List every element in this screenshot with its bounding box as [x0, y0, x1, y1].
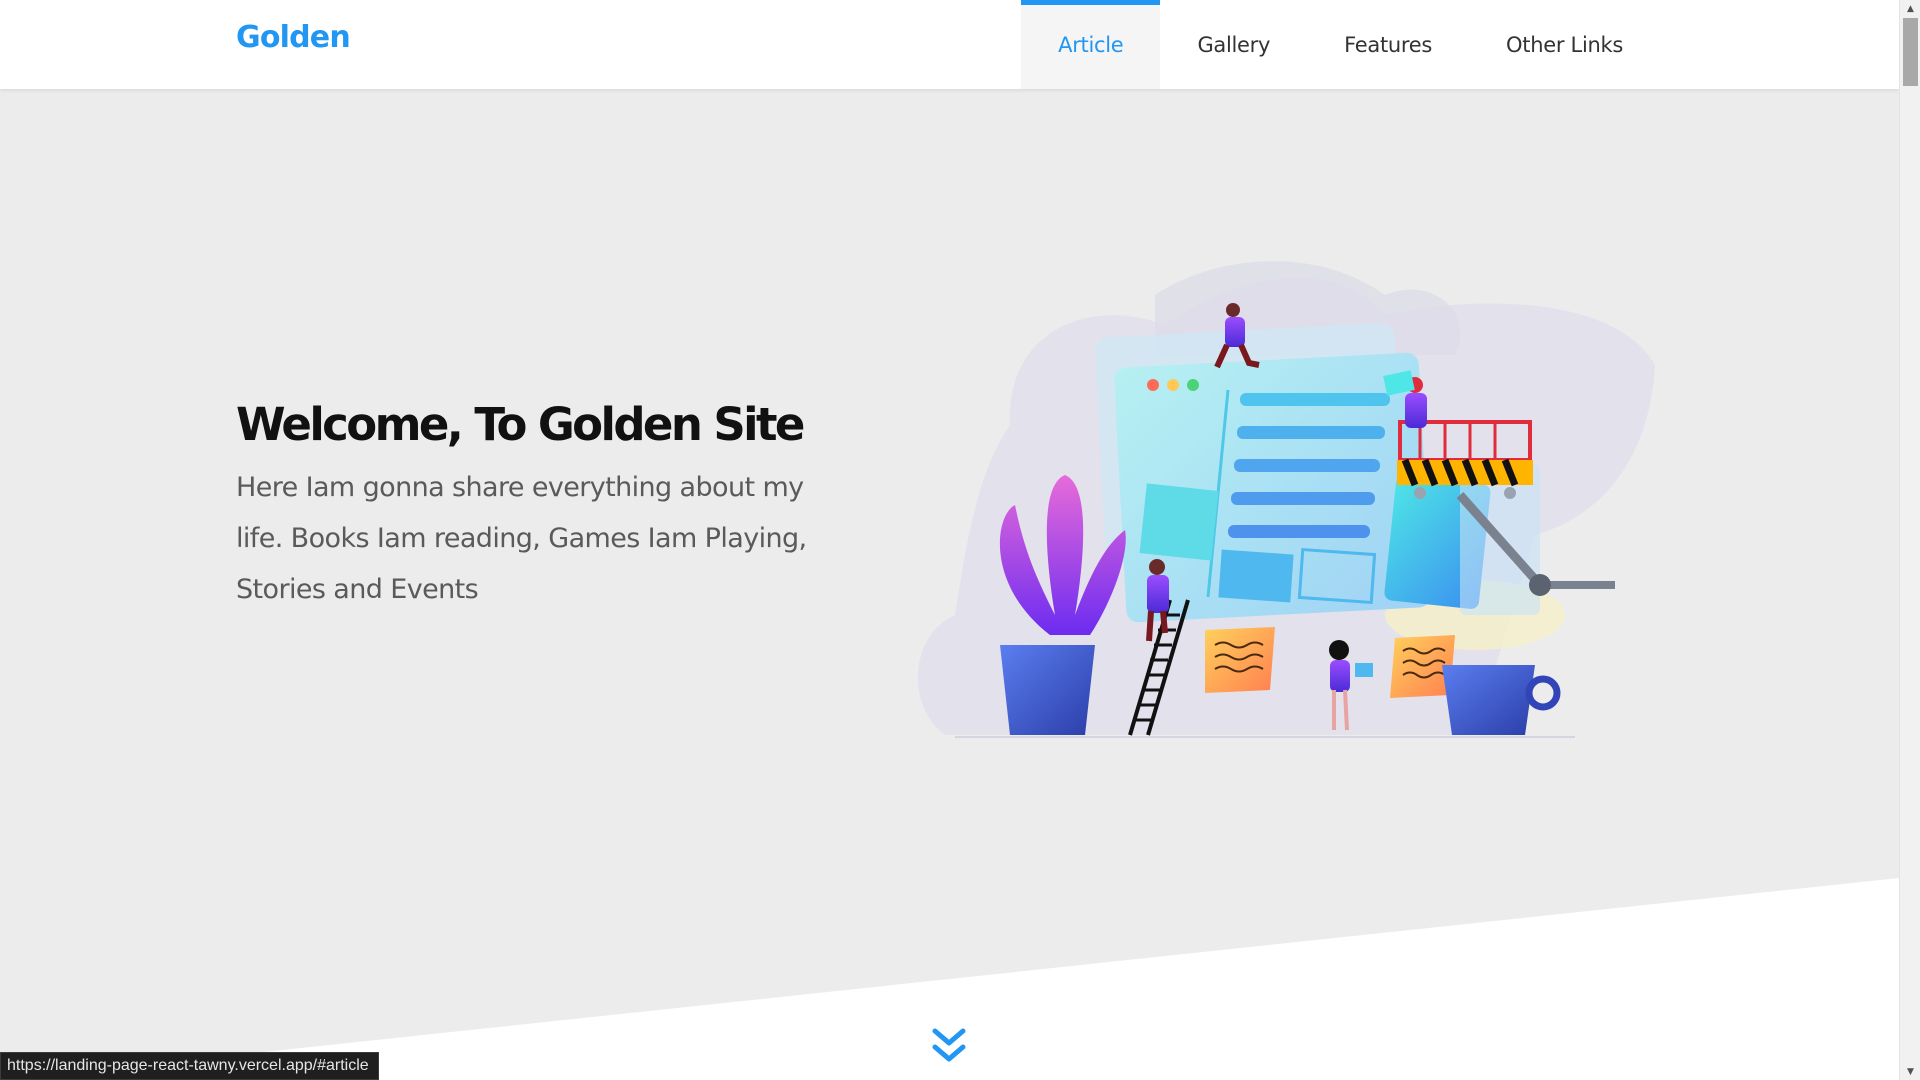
main-nav: Article Gallery Features Other Links [1021, 0, 1660, 89]
status-bar-url: https://landing-page-react-tawny.vercel.… [0, 1052, 379, 1080]
scrollbar-thumb[interactable] [1903, 18, 1918, 86]
site-logo[interactable]: Golden [236, 20, 351, 55]
hero-illustration [917, 261, 1655, 738]
scroll-up-arrow-icon[interactable]: ▲ [1900, 0, 1920, 17]
scroll-down-arrow-icon[interactable]: ▼ [1900, 1063, 1920, 1080]
nav-item-article[interactable]: Article [1021, 0, 1161, 89]
page-viewport: Golden Article Gallery Features Other Li… [0, 0, 1899, 1080]
nav-item-features[interactable]: Features [1307, 0, 1469, 89]
vertical-scrollbar[interactable]: ▲ ▼ [1899, 0, 1920, 1080]
nav-item-other-links[interactable]: Other Links [1469, 0, 1660, 89]
nav-item-gallery[interactable]: Gallery [1160, 0, 1307, 89]
hero-description: Here Iam gonna share everything about my… [236, 472, 807, 605]
site-header: Golden Article Gallery Features Other Li… [0, 0, 1899, 89]
hero-title: Welcome, To Golden Site [236, 398, 805, 451]
double-chevron-down-icon[interactable] [931, 1027, 967, 1067]
